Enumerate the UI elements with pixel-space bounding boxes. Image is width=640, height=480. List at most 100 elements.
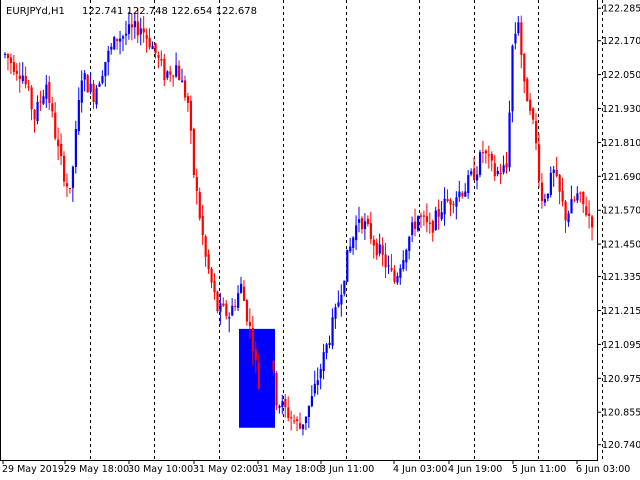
candle-body xyxy=(529,99,532,111)
candle-body xyxy=(358,219,361,223)
candle-body xyxy=(366,218,370,225)
candle-body xyxy=(384,254,387,268)
candle-body xyxy=(399,268,402,278)
candle-body xyxy=(505,163,508,168)
candle-body xyxy=(452,203,455,205)
candle-body xyxy=(101,75,104,83)
candle-body xyxy=(499,172,502,175)
candle-body xyxy=(42,96,45,104)
candle-body xyxy=(378,244,381,254)
candle-body xyxy=(419,215,423,217)
candle-body xyxy=(337,302,340,307)
candle-body xyxy=(360,218,364,230)
candle-body xyxy=(508,112,511,168)
candle-body xyxy=(546,193,549,199)
candle-body xyxy=(119,38,122,42)
candle-body xyxy=(487,154,490,156)
y-tick-label: 121.810 xyxy=(602,138,640,149)
candle-body xyxy=(95,88,98,105)
candle-body xyxy=(331,317,334,346)
candle-body xyxy=(107,50,110,63)
chart-window[interactable]: 122.285 122.170 122.050 121.930 121.810 121.6… xyxy=(0,0,640,480)
candle-body xyxy=(558,174,561,192)
candle-body xyxy=(237,293,240,308)
candle-body xyxy=(92,83,95,102)
candle-body xyxy=(281,401,284,408)
candle-body xyxy=(570,199,573,214)
candle-body xyxy=(228,317,231,319)
candle-body xyxy=(57,139,60,147)
candle-body xyxy=(234,305,237,307)
candle-body xyxy=(369,223,372,240)
candle-body xyxy=(68,187,72,189)
candle-body xyxy=(579,192,582,194)
candle-body xyxy=(582,191,585,205)
candle-body xyxy=(517,22,520,34)
candle-body xyxy=(287,407,290,418)
candle-body xyxy=(263,377,266,380)
candle-body xyxy=(393,270,396,282)
candle-body xyxy=(186,96,190,104)
candle-body xyxy=(181,80,184,83)
candle xyxy=(526,76,529,102)
candle-body xyxy=(18,75,21,79)
y-tick-label: 121.450 xyxy=(602,240,640,251)
candle-body xyxy=(387,265,390,267)
candle-body xyxy=(549,172,552,195)
candle-body xyxy=(414,221,417,229)
x-tick-label: 4 Jun 19:00 xyxy=(448,464,502,475)
candle-body xyxy=(45,84,48,99)
candle-body xyxy=(319,369,322,379)
candle-body xyxy=(340,294,343,305)
candle-body xyxy=(567,213,570,223)
candle-body xyxy=(65,183,69,187)
candle-body xyxy=(304,416,308,424)
candle-body xyxy=(216,291,219,312)
candle-body xyxy=(411,222,414,235)
candle-body xyxy=(390,267,393,271)
candle-body xyxy=(381,245,384,255)
candle-body xyxy=(257,362,260,389)
candle-body xyxy=(151,45,154,49)
candle-body xyxy=(561,190,564,202)
x-tick-label: 6 Jun 03:00 xyxy=(576,464,630,475)
highlight-layer xyxy=(239,328,275,428)
candle-body xyxy=(316,380,319,385)
candle-body xyxy=(242,286,246,301)
y-tick-label: 122.170 xyxy=(602,36,640,47)
candle-body xyxy=(299,423,302,429)
candle xyxy=(275,371,278,411)
candle-body xyxy=(476,174,479,181)
candle-body xyxy=(154,43,157,54)
candle-body xyxy=(172,75,175,77)
candle-body xyxy=(133,21,136,28)
candle xyxy=(417,215,420,233)
candle xyxy=(192,127,195,178)
x-tick-label: 30 May 10:00 xyxy=(128,464,193,475)
candle-body xyxy=(21,75,24,82)
candle-body xyxy=(231,305,234,316)
candle-body xyxy=(127,24,131,34)
candle-body xyxy=(349,246,352,252)
candle-body xyxy=(346,249,349,282)
candle xyxy=(346,249,349,283)
candle-body xyxy=(139,28,142,35)
candle xyxy=(86,74,89,93)
candle-body xyxy=(207,254,210,270)
x-tick-label: 3 Jun 11:00 xyxy=(320,464,374,475)
candle-body xyxy=(396,275,399,283)
candle-body xyxy=(325,344,328,353)
candle-body xyxy=(293,420,296,422)
candle-body xyxy=(98,83,101,87)
candle-body xyxy=(15,70,18,74)
candle-body xyxy=(251,327,254,352)
candle-body xyxy=(375,243,378,256)
candle-body xyxy=(576,193,579,201)
candle-body xyxy=(169,71,172,75)
candle-body xyxy=(446,198,449,202)
candle-body xyxy=(405,249,408,263)
price-chart[interactable]: 122.285 122.170 122.050 121.930 121.810 121.6… xyxy=(0,0,640,480)
ohlc-readout: 122.741 122.748 122.654 122.678 xyxy=(82,6,257,17)
candle-body xyxy=(481,152,485,154)
plot-area[interactable] xyxy=(0,0,597,460)
